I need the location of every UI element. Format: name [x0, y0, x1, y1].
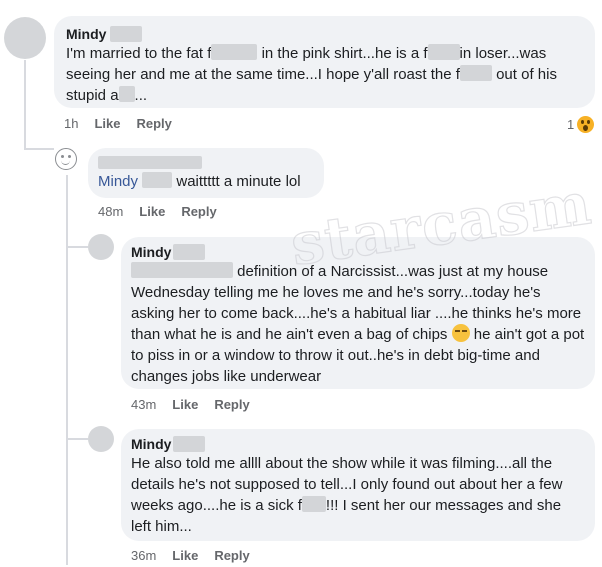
mention-link[interactable]: Mindy: [98, 173, 138, 190]
like-button[interactable]: Like: [172, 548, 198, 563]
redacted-word: [142, 172, 173, 189]
comment-actions: 43m Like Reply: [131, 397, 250, 412]
author-name[interactable]: Mindy: [131, 243, 171, 261]
like-button[interactable]: Like: [139, 204, 165, 219]
text-fragment: I'm married to the fat f: [66, 45, 212, 62]
reply-button[interactable]: Reply: [214, 397, 249, 412]
thread-line-curve: [24, 148, 54, 150]
like-button[interactable]: Like: [94, 116, 120, 131]
like-button[interactable]: Like: [172, 397, 198, 412]
comment-author[interactable]: Mindy: [66, 25, 583, 43]
thread-line-reply: [66, 175, 68, 565]
author-name[interactable]: Mindy: [66, 25, 106, 43]
comment-thread: Mindy I'm married to the fat f in the pi…: [0, 0, 602, 567]
comment-actions: 48m Like Reply: [98, 204, 217, 219]
redacted-word: [211, 44, 258, 61]
reply-bubble: Mindy waittttt a minute lol: [88, 148, 324, 198]
reaction-summary[interactable]: 1: [567, 116, 595, 133]
text-fragment: in the pink shirt...he is a f: [257, 45, 428, 62]
avatar[interactable]: [88, 234, 114, 260]
wow-reaction-icon: [577, 116, 595, 133]
comment-author[interactable]: Mindy: [131, 243, 585, 261]
avatar[interactable]: [88, 426, 114, 452]
comment-time[interactable]: 48m: [98, 204, 123, 219]
reply-button[interactable]: Reply: [136, 116, 171, 131]
thread-line-branch2: [66, 438, 88, 440]
comment-actions: 1h Like Reply: [64, 116, 172, 131]
text-fragment: waittttt a minute lol: [176, 173, 301, 190]
comment-text: I'm married to the fat f in the pink shi…: [66, 43, 583, 106]
reply-button[interactable]: Reply: [181, 204, 216, 219]
comment-bubble: Mindy I'm married to the fat f in the pi…: [54, 16, 595, 108]
comment-actions: 36m Like Reply: [131, 548, 250, 563]
redacted-word: [118, 86, 135, 103]
smirk-emoji-icon: [451, 324, 470, 343]
comment-bubble: Mindy He also told me allll about the sh…: [121, 429, 595, 541]
reply-button[interactable]: Reply: [214, 548, 249, 563]
redacted-name: [173, 244, 206, 260]
author-name[interactable]: Mindy: [131, 435, 171, 453]
text-fragment: ...: [134, 87, 148, 104]
redacted-name: [98, 156, 202, 169]
redacted-name: [110, 26, 143, 42]
thread-line-branch1: [66, 246, 88, 248]
redacted-word: [131, 262, 233, 279]
redacted-word: [301, 496, 326, 513]
thread-line-main: [24, 60, 26, 150]
reaction-count: 1: [567, 117, 575, 132]
avatar[interactable]: [4, 17, 46, 59]
redacted-name: [173, 436, 206, 452]
comment-author[interactable]: [98, 156, 314, 169]
comment-time[interactable]: 1h: [64, 116, 78, 131]
redacted-word: [427, 44, 460, 61]
comment-author[interactable]: Mindy: [131, 435, 585, 453]
comment-time[interactable]: 36m: [131, 548, 156, 563]
comment-time[interactable]: 43m: [131, 397, 156, 412]
comment-text: Mindy waittttt a minute lol: [98, 171, 314, 192]
reply-indicator-face-icon: [55, 148, 77, 170]
comment-text: He also told me allll about the show whi…: [131, 453, 585, 537]
comment-text: definition of a Narcissist...was just at…: [131, 261, 585, 387]
comment-bubble: Mindy definition of a Narcissist...was j…: [121, 237, 595, 389]
redacted-word: [459, 65, 492, 82]
